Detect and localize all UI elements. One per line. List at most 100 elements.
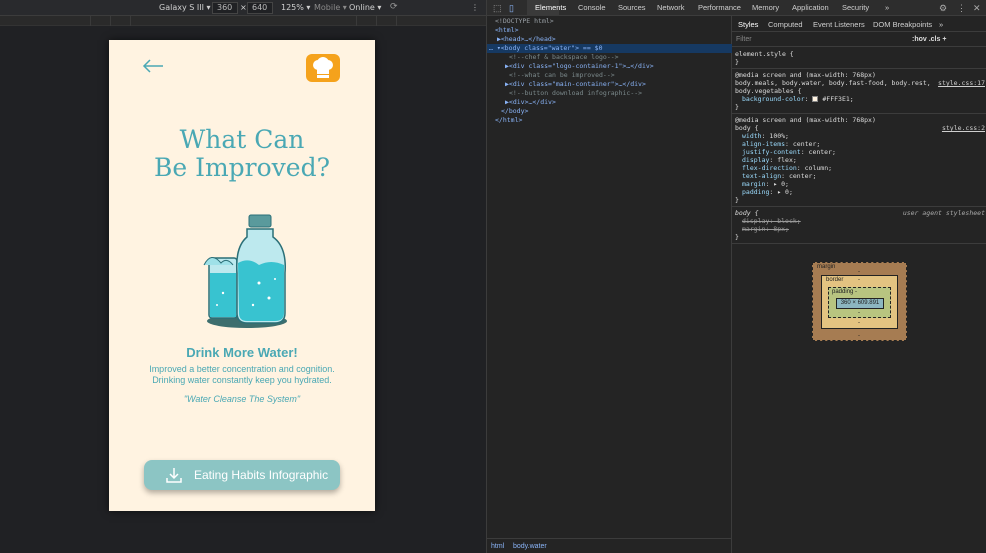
color-swatch-icon[interactable] [812,96,819,102]
divider [732,113,986,114]
property-value: center; [788,172,817,180]
tab-styles[interactable]: Styles [738,20,758,29]
property-name: text-align [742,172,782,180]
zoom-select[interactable]: 125% ▾ [281,3,310,12]
tab-elements[interactable]: Elements [535,3,566,12]
tip-description-line-2: Drinking water constantly keep you hydra… [152,375,332,385]
tab-dom-breakpoints[interactable]: DOM Breakpoints [873,20,932,29]
dom-node[interactable]: </body> [501,107,746,116]
selector-1a[interactable]: body.meals, body.water, body.fast-food, … [735,79,931,87]
dom-body-close: </body> [501,107,529,115]
property-name: align-items [742,140,786,148]
viewport-width-input[interactable]: 360 [212,2,238,14]
style-property[interactable]: align-items: center; [742,140,820,148]
devtools-menu-icon[interactable]: ⋮ [957,3,966,14]
tab-event-listeners[interactable]: Event Listeners [813,20,865,29]
dom-comment[interactable]: <!--chef & backspace logo--> [509,53,754,62]
back-arrow-icon[interactable] [141,54,165,78]
tab-sources[interactable]: Sources [618,3,646,12]
settings-gear-icon[interactable]: ⚙ [939,3,947,14]
rotate-icon[interactable]: ⟳ [390,2,398,12]
property-value: ▸ 0; [773,180,789,188]
more-panes-button[interactable]: » [939,20,943,29]
tab-application[interactable]: Application [792,3,829,12]
dom-node-selected[interactable]: … ▾<body class="water"> == $0 [487,44,732,53]
style-property[interactable]: justify-content: center; [742,148,836,156]
mobile-page: What Can Be Improved? Drink More Water! … [109,40,375,511]
dom-node[interactable]: <html> [495,26,740,35]
property-name: margin [742,180,766,188]
property-name: flex-direction [742,164,797,172]
hov-cls-buttons[interactable]: :hov .cls + [912,36,946,43]
style-property[interactable]: margin: ▸ 0; [742,180,789,188]
dom-node[interactable]: ▶<div class="main-container">…</div> [505,80,750,89]
device-type-select[interactable]: Mobile ▾ [314,3,347,12]
dom-logo-container: ▶<div class="logo-container-1">…</div> [505,62,654,70]
ua-property-overridden: margin: 8px; [742,225,789,233]
tab-performance[interactable]: Performance [698,3,741,12]
dom-node[interactable]: <!DOCTYPE html> [495,17,740,26]
divider [732,206,986,207]
more-tabs-button[interactable]: » [885,3,889,12]
chef-hat-icon [313,57,333,78]
dom-comment[interactable]: <!--button download infographic--> [509,89,754,98]
dom-node[interactable]: ▶<head>…</head> [497,35,742,44]
breadcrumb-body[interactable]: body.water [513,543,547,550]
device-toolbar: Galaxy S III ▾ 360 × 640 125% ▾ Mobile ▾… [0,0,486,16]
dom-node[interactable]: ▶<div class="logo-container-1">…</div> [505,62,750,71]
style-property[interactable]: padding: ▸ 0; [742,188,793,196]
divider [732,243,986,244]
dom-comment[interactable]: <!--what can be improved--> [509,71,754,80]
box-model-border[interactable]: border - - padding - 360 × 609.891 - [821,275,898,329]
style-property[interactable]: flex-direction: column; [742,164,832,172]
ua-selector: body { [735,209,759,217]
tab-memory[interactable]: Memory [752,3,779,12]
box-model-padding[interactable]: padding - 360 × 609.891 - [828,287,891,318]
dom-comment-text: <!--chef & backspace logo--> [509,53,619,61]
media-query-ruler [0,16,486,26]
tab-security[interactable]: Security [842,3,869,12]
throttle-select[interactable]: Online ▾ [349,3,381,12]
viewport-height-input[interactable]: 640 [247,2,273,14]
close-icon[interactable]: ✕ [973,3,981,14]
selector-2[interactable]: body { [735,124,758,132]
dimension-separator: × [240,3,247,12]
download-infographic-button[interactable]: Eating Habits Infographic [144,460,340,490]
property-name: display [742,156,770,164]
tab-console[interactable]: Console [578,3,606,12]
chef-logo-button[interactable] [306,54,340,82]
box-model-content[interactable]: 360 × 609.891 [836,298,884,309]
element-style-rule[interactable]: element.style { [735,50,794,58]
inspect-element-icon[interactable]: ⬚ [493,3,502,14]
property-value: 100%; [769,132,789,140]
box-model-margin[interactable]: margin - - border - - padding - 360 × 60… [812,262,907,341]
device-toggle-icon[interactable]: ▯ [509,3,514,14]
box-model-dash: - [858,277,860,283]
more-options-icon[interactable]: ⋮ [471,3,479,12]
style-property[interactable]: width: 100%; [742,132,789,140]
source-link-2[interactable]: style.css:2 [942,124,985,132]
tip-quote: "Water Cleanse The System" [183,394,301,404]
dom-node[interactable]: </html> [495,116,740,125]
download-icon [166,468,182,483]
dom-comment-text: <!--button download infographic--> [509,89,643,97]
device-select[interactable]: Galaxy S III ▾ [159,3,211,12]
style-property[interactable]: background-color: #FFF3E1; [742,95,854,103]
style-property[interactable]: display: flex; [742,156,797,164]
rule-close: } [735,103,739,111]
source-link-1[interactable]: style.css:17 [938,79,985,87]
property-value: center; [792,140,821,148]
rule-close: } [735,58,739,66]
dom-html-close: </html> [495,116,523,124]
styles-tabbar: Styles Computed Event Listeners DOM Brea… [732,16,986,32]
selector-1b[interactable]: body.vegetables { [735,87,802,95]
tab-computed[interactable]: Computed [768,20,803,29]
rule-close: } [735,196,739,204]
style-property[interactable]: text-align: center; [742,172,816,180]
page-title-line-2: Be Improved? [153,153,331,182]
tab-network[interactable]: Network [657,3,685,12]
breadcrumb-html[interactable]: html [491,543,504,550]
property-value: flex; [777,156,797,164]
filter-input[interactable]: Filter [736,36,752,43]
dom-node[interactable]: ▶<div>…</div> [505,98,750,107]
